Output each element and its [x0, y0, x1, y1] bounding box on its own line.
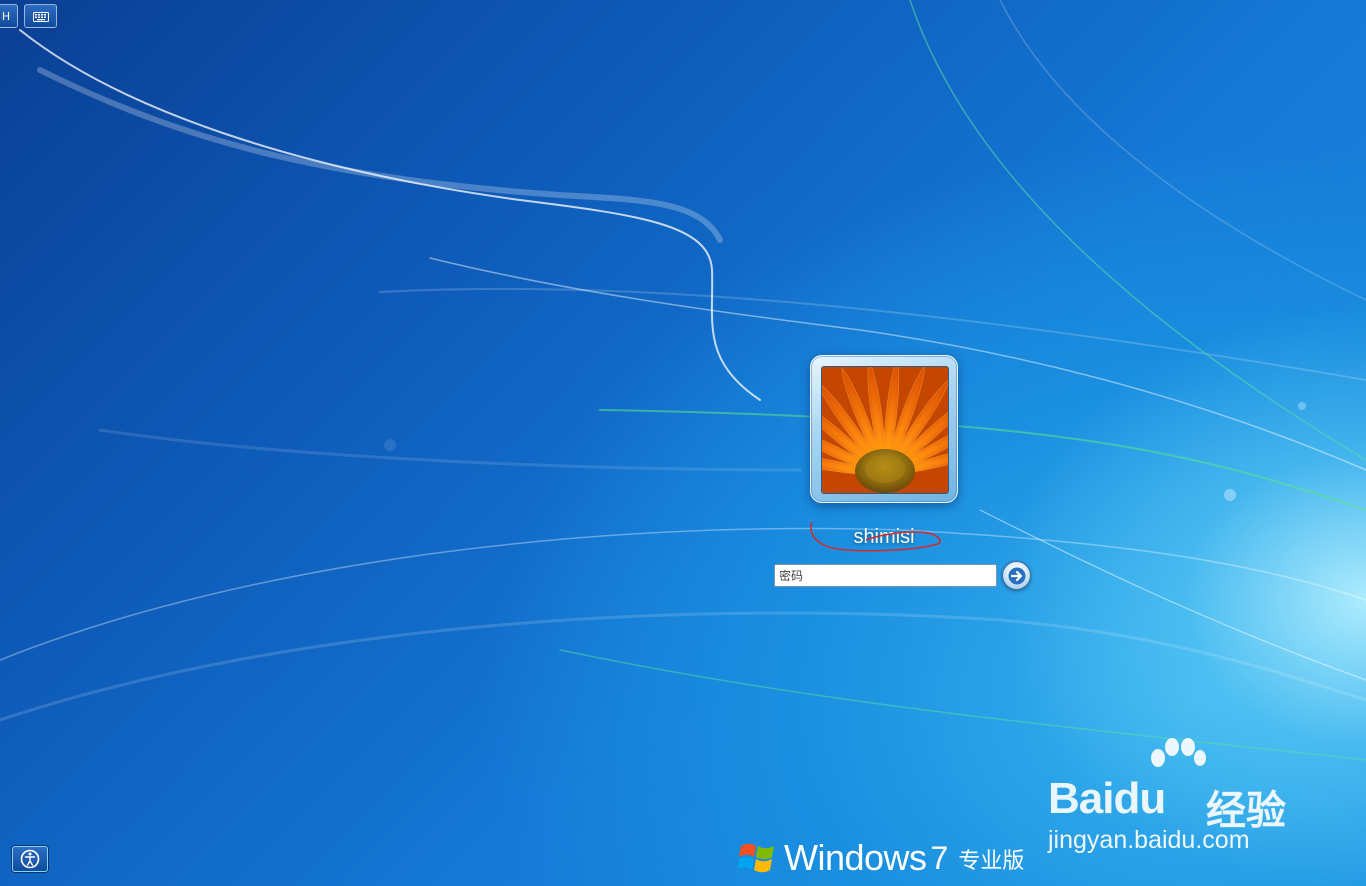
baidu-jingyan-watermark: Baidu 经验 jingyan.baidu.com: [1046, 738, 1306, 858]
product-edition: 专业版: [958, 849, 1025, 874]
orange-flower-avatar: [822, 367, 948, 493]
language-label: H: [1, 9, 11, 23]
ease-of-access-icon: [20, 849, 40, 869]
watermark-brand: Baidu: [1048, 774, 1166, 824]
watermark-brand-tail: du: [1113, 774, 1166, 823]
on-screen-keyboard-button[interactable]: [24, 4, 57, 28]
watermark-url: jingyan.baidu.com: [1048, 826, 1250, 854]
password-input[interactable]: [774, 564, 997, 587]
keyboard-icon: [32, 12, 49, 22]
watermark-brand-head: Bai: [1048, 774, 1114, 823]
windows-logo-icon: [738, 843, 774, 873]
product-version: 7: [930, 840, 949, 876]
user-tile-frame[interactable]: [810, 355, 958, 503]
language-button[interactable]: H: [0, 4, 18, 28]
windows-branding: Windows 7 专业版: [738, 838, 1024, 878]
user-avatar: [821, 366, 949, 494]
ease-of-access-button[interactable]: [12, 846, 48, 872]
submit-login-button[interactable]: [1002, 561, 1031, 590]
arrow-right-icon: [1008, 567, 1025, 584]
user-name: shimisi: [853, 526, 915, 548]
product-name: Windows: [784, 837, 927, 878]
